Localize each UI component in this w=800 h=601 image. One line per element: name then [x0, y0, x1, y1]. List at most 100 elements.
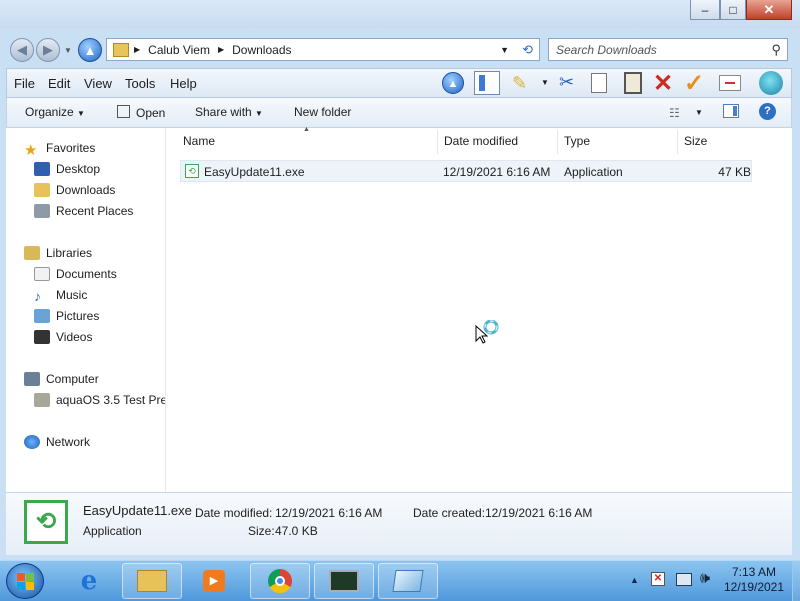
column-divider[interactable] — [557, 130, 558, 154]
copy-icon[interactable] — [591, 73, 607, 93]
chevron-down-icon: ▼ — [255, 109, 263, 118]
nav-desktop[interactable]: Desktop — [34, 159, 100, 179]
nav-label: Favorites — [46, 141, 96, 155]
documents-icon — [34, 267, 50, 281]
details-size: 47.0 KB — [275, 524, 318, 538]
open-button[interactable]: Open — [117, 105, 165, 120]
show-hidden-icons-icon[interactable]: ▲ — [630, 575, 639, 585]
taskbar-media-player[interactable]: ▶ — [188, 565, 240, 597]
table-row[interactable]: ⟲ EasyUpdate11.exe 12/19/2021 6:16 AM Ap… — [180, 160, 752, 182]
action-center-icon[interactable]: ✕ — [651, 572, 665, 586]
up-folder-icon[interactable]: ▲ — [442, 72, 464, 94]
chevron-down-icon[interactable]: ▼ — [695, 108, 703, 117]
aqua-logo-icon — [759, 71, 783, 95]
search-input[interactable]: Search Downloads — [556, 43, 657, 57]
breadcrumb-item[interactable]: Downloads — [232, 43, 291, 57]
nav-music[interactable]: ♪ Music — [34, 285, 87, 305]
breadcrumb-item[interactable]: Calub Viem — [148, 43, 210, 57]
nav-computer[interactable]: Computer — [24, 369, 99, 389]
menu-help[interactable]: Help — [170, 76, 197, 91]
show-desktop-button[interactable] — [792, 561, 800, 601]
folder-options-icon[interactable]: ✎ — [512, 73, 527, 94]
taskbar-task-manager[interactable] — [314, 563, 374, 599]
organize-button[interactable]: Organize ▼ — [25, 105, 85, 119]
menu-edit[interactable]: Edit — [48, 76, 70, 91]
nav-label: Recent Places — [56, 204, 134, 218]
nav-favorites[interactable]: ★ Favorites — [24, 138, 96, 159]
nav-network[interactable]: Network — [24, 432, 90, 452]
menu-file[interactable]: File — [14, 76, 35, 91]
details-size-label: Size: — [248, 524, 275, 538]
organize-label: Organize — [25, 105, 74, 119]
title-bar[interactable]: – □ ✕ — [0, 0, 800, 28]
nav-recent-places[interactable]: Recent Places — [34, 201, 133, 221]
column-header-type[interactable]: Type — [564, 134, 590, 148]
folder-icon — [137, 570, 167, 592]
start-button[interactable] — [6, 563, 44, 599]
nav-label: aquaOS 3.5 Test Preview — [56, 393, 166, 407]
paste-icon[interactable] — [624, 72, 642, 94]
cut-icon[interactable]: ✂ — [559, 72, 574, 93]
folders-pane-icon[interactable] — [474, 71, 500, 95]
nav-label: Documents — [56, 267, 117, 281]
maximize-button[interactable]: □ — [720, 0, 746, 20]
maximize-icon: □ — [729, 2, 737, 17]
close-button[interactable]: ✕ — [746, 0, 792, 20]
minimize-icon: – — [701, 2, 709, 17]
address-bar[interactable]: ▶ Calub Viem ▶ Downloads ▼ ⟲ — [106, 38, 540, 61]
menu-tools[interactable]: Tools — [125, 76, 155, 91]
up-button[interactable]: ▲ — [78, 38, 102, 62]
address-dropdown-icon[interactable]: ▼ — [500, 45, 509, 55]
preview-pane-icon[interactable] — [723, 104, 739, 118]
details-date-created-label: Date created: — [413, 506, 486, 520]
chrome-icon — [268, 569, 292, 593]
taskbar-window[interactable] — [378, 563, 438, 599]
column-divider[interactable] — [677, 130, 678, 154]
column-header-name[interactable]: Name — [183, 134, 215, 148]
details-file-type: Application — [83, 524, 142, 538]
nav-drive[interactable]: aquaOS 3.5 Test Preview — [34, 390, 166, 410]
breadcrumb-chevron-icon: ▶ — [217, 45, 225, 54]
search-icon[interactable]: ⚲ — [771, 42, 781, 58]
nav-pictures[interactable]: Pictures — [34, 306, 99, 326]
nav-label: Network — [46, 435, 91, 449]
volume-icon[interactable]: 🕪 — [700, 570, 710, 588]
share-with-label: Share with — [195, 105, 252, 119]
view-options-icon[interactable]: ☷ — [669, 106, 680, 120]
menu-view[interactable]: View — [84, 76, 112, 91]
mail-icon[interactable] — [719, 75, 741, 91]
properties-check-icon[interactable]: ✓ — [684, 69, 704, 98]
column-header-date-modified[interactable]: Date modified — [444, 134, 518, 148]
back-button[interactable]: ◀ — [10, 38, 34, 62]
help-icon[interactable]: ? — [759, 103, 776, 120]
delete-icon[interactable]: ✕ — [653, 69, 673, 98]
chevron-down-icon[interactable]: ▼ — [541, 78, 549, 87]
search-box[interactable]: Search Downloads ⚲ — [548, 38, 788, 61]
nav-label: Desktop — [56, 162, 101, 176]
forward-button[interactable]: ▶ — [36, 38, 60, 62]
column-header-size[interactable]: Size — [684, 134, 707, 148]
address-row: ◀ ▶ ▼ ▲ ▶ Calub Viem ▶ Downloads ▼ ⟲ Sea… — [0, 30, 800, 68]
taskbar-explorer[interactable] — [122, 563, 182, 599]
close-icon: ✕ — [763, 1, 775, 17]
nav-label: Libraries — [46, 246, 93, 260]
internet-explorer-icon[interactable]: e — [70, 565, 108, 597]
nav-videos[interactable]: Videos — [34, 327, 92, 347]
app-refresh-icon: ⟲ — [185, 164, 199, 178]
new-folder-button[interactable]: New folder — [294, 105, 351, 119]
desktop-icon — [34, 162, 50, 176]
network-status-icon[interactable] — [676, 573, 692, 586]
taskbar-chrome[interactable] — [250, 563, 310, 599]
nav-documents[interactable]: Documents — [34, 264, 117, 284]
downloads-folder-icon — [34, 183, 50, 197]
nav-libraries[interactable]: Libraries — [24, 243, 92, 263]
task-manager-icon — [329, 570, 359, 592]
share-with-button[interactable]: Share with ▼ — [195, 105, 263, 119]
menu-bar: File Edit View Tools Help ▲ ✎ ▼ ✂ ✕ ✓ — [6, 68, 792, 98]
system-clock[interactable]: 7:13 AM 12/19/2021 — [718, 565, 790, 594]
nav-downloads[interactable]: Downloads — [34, 180, 115, 200]
minimize-button[interactable]: – — [690, 0, 720, 20]
refresh-icon[interactable]: ⟲ — [522, 42, 533, 58]
recent-pages-dropdown[interactable]: ▼ — [64, 46, 72, 55]
column-divider[interactable] — [437, 130, 438, 154]
